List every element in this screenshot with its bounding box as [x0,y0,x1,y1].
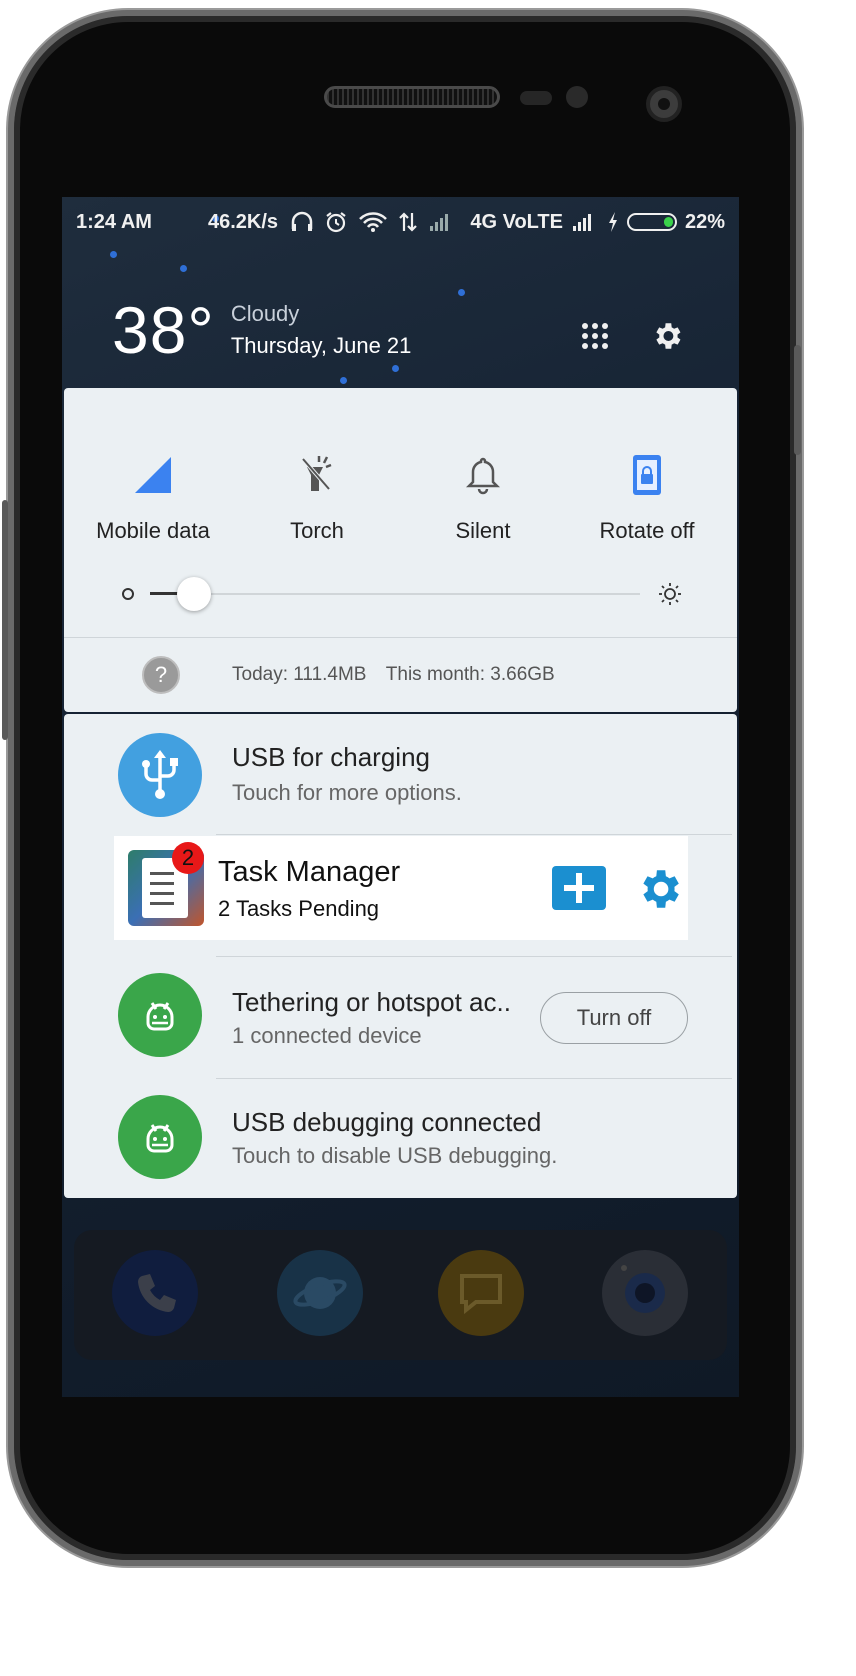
notification-title: Task Manager [218,856,401,888]
temperature: 38° [112,293,215,367]
android-icon [118,973,202,1057]
brightness-low-icon [122,588,134,600]
charging-icon [608,212,617,232]
alarm-icon [326,212,346,233]
light-sensor [566,86,588,108]
tile-label: Rotate off [599,518,695,543]
data-today: Today: 111.4MB [232,664,367,685]
notification-subtitle: 1 connected device [232,1023,422,1048]
wifi-icon [359,212,387,232]
headphones-icon [291,211,313,231]
data-usage-row[interactable]: ? Today: 111.4MB This month: 3.66GB [64,638,737,712]
notification-subtitle: 2 Tasks Pending [218,896,380,921]
network-type: 4G VoLTE [470,210,563,233]
notification-title: Tethering or hotspot ac.. [232,987,511,1017]
power-button [794,345,801,455]
notification-usb-debugging[interactable]: USB debugging connected Touch to disable… [64,1079,737,1198]
bell-icon [465,457,501,495]
quick-settings-panel: Mobile data Torch Silent Rotate off ? To… [64,388,737,712]
weather-widget[interactable]: 38° Cloudy Thursday, June 21 [112,292,411,368]
brightness-track [150,593,640,595]
brightness-slider[interactable] [122,574,682,614]
notification-subtitle: Touch to disable USB debugging. [232,1143,558,1168]
browser-app-icon [277,1250,363,1336]
tile-mobile-data[interactable]: Mobile data [68,452,238,544]
net-speed: 46.2K/s [208,210,279,233]
tile-torch[interactable]: Torch [232,452,402,544]
help-icon[interactable]: ? [142,656,180,694]
torch-icon [301,456,332,491]
divider [216,834,732,835]
status-bar: 1:24 AM 46.2K/s 4G VoLTE 22% [62,197,739,247]
notification-title: USB debugging connected [232,1107,542,1137]
messages-app-icon [438,1250,524,1336]
tile-label: Mobile data [96,518,210,543]
battery-percent: 22% [684,210,725,233]
signal-icon [430,214,449,231]
status-time: 1:24 AM [76,210,152,233]
data-arrows-icon [399,212,417,232]
earpiece-speaker [324,86,500,108]
notification-subtitle: Touch for more options. [232,780,462,805]
battery-icon [626,213,677,231]
notification-task-manager[interactable]: 2 Task Manager 2 Tasks Pending [114,836,688,940]
brightness-thumb[interactable] [177,577,211,611]
phone-app-icon [112,1250,198,1336]
tile-label: Silent [455,518,511,543]
task-settings-gear-icon[interactable] [634,864,684,914]
brightness-high-icon [659,583,681,605]
date: Thursday, June 21 [230,333,412,358]
mobile-data-icon [135,457,171,493]
notification-list: USB for charging Touch for more options.… [64,714,737,1198]
notification-title: USB for charging [232,742,430,772]
data-usage-text: Today: 111.4MB This month: 3.66GB [232,664,555,686]
signal-icon [572,214,591,231]
turn-off-button[interactable]: Turn off [540,992,688,1044]
rotate-lock-icon [633,455,661,495]
front-camera [646,86,682,122]
usb-icon [118,733,202,817]
home-dock [74,1230,727,1360]
tile-rotate[interactable]: Rotate off [562,452,732,544]
android-icon [118,1095,202,1179]
notification-usb-charging[interactable]: USB for charging Touch for more options. [64,714,737,836]
screen: 1:24 AM 46.2K/s 4G VoLTE 22% 38° Cloudy … [62,197,739,1397]
tile-silent[interactable]: Silent [398,452,568,544]
volume-button [2,500,8,740]
settings-gear-icon[interactable] [650,319,684,353]
add-task-button[interactable] [552,866,606,910]
tile-label: Torch [290,518,344,543]
weather-condition: Cloudy [230,301,300,326]
task-count-badge: 2 [172,842,204,874]
proximity-sensor [520,91,552,105]
data-month: This month: 3.66GB [385,664,555,685]
battery-fill [663,217,673,227]
grid-icon[interactable] [580,321,610,351]
camera-app-icon [602,1250,688,1336]
